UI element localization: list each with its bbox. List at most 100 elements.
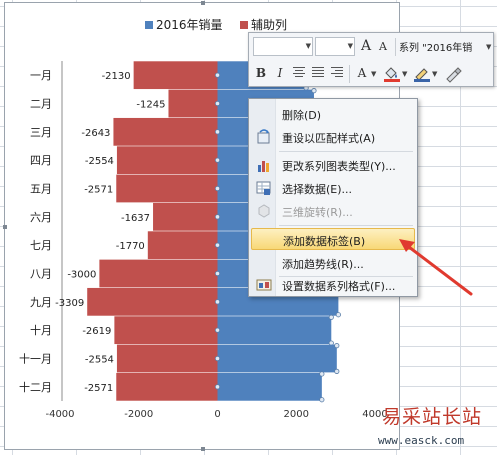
selection-handle[interactable] bbox=[214, 327, 221, 333]
x-tick-label: -2000 bbox=[124, 409, 153, 420]
bar-helper-6[interactable] bbox=[153, 202, 218, 231]
selection-handle[interactable] bbox=[214, 242, 221, 248]
align-justify-icon[interactable] bbox=[312, 67, 324, 79]
series-selector[interactable]: 系列 "2016年销 bbox=[399, 39, 472, 54]
legend-entry[interactable]: 2016年销量 bbox=[156, 18, 223, 32]
chart-legend[interactable]: 2016年销量 辅助列 bbox=[145, 18, 287, 32]
category-label: 十月 bbox=[30, 323, 52, 337]
x-tick-label: 2000 bbox=[284, 409, 309, 420]
menu-item-label: 删除(D) bbox=[282, 109, 322, 122]
value-axis: -4000 -2000 0 2000 4000 bbox=[45, 409, 387, 420]
bar-helper-11[interactable] bbox=[116, 344, 218, 373]
legend-entry[interactable]: 辅助列 bbox=[251, 18, 287, 32]
bar-helper-7[interactable] bbox=[147, 231, 218, 260]
menu-separator bbox=[279, 225, 413, 226]
chevron-down-icon[interactable]: ▼ bbox=[432, 70, 437, 78]
toolbar-divider bbox=[395, 38, 396, 56]
select-data-icon bbox=[256, 181, 271, 195]
legend-swatch bbox=[240, 21, 248, 29]
selection-handle[interactable] bbox=[214, 100, 221, 107]
format-series-icon bbox=[256, 279, 272, 291]
format-painter-icon[interactable] bbox=[443, 65, 463, 83]
bar-sales-10[interactable] bbox=[217, 316, 332, 345]
selection-handle[interactable] bbox=[214, 129, 221, 135]
legend-swatch bbox=[145, 21, 153, 29]
bar-helper-2[interactable] bbox=[168, 89, 218, 118]
x-tick-label: -4000 bbox=[45, 409, 74, 420]
font-name-box[interactable]: ▼ bbox=[253, 37, 313, 56]
selection-handle[interactable] bbox=[328, 340, 334, 346]
bold-button[interactable]: B bbox=[252, 64, 270, 83]
menu-item-3d-rotation: 三维旋转(R)... bbox=[251, 200, 415, 222]
mini-format-toolbar: ▼ ▼ A A 系列 "2016年销 ▼ B I A ▼ ▼ ▼ bbox=[248, 32, 494, 87]
data-label: -2643 bbox=[81, 128, 110, 139]
bar-helper-1[interactable] bbox=[133, 61, 218, 90]
selection-handle[interactable] bbox=[334, 343, 340, 349]
chevron-down-icon[interactable]: ▼ bbox=[371, 70, 376, 78]
font-size-box[interactable]: ▼ bbox=[315, 37, 355, 56]
bar-helper-10[interactable] bbox=[114, 316, 218, 345]
x-tick-label: 0 bbox=[214, 409, 220, 420]
selection-handle[interactable] bbox=[214, 214, 221, 220]
data-label: -1770 bbox=[116, 241, 145, 252]
selection-handle[interactable] bbox=[311, 88, 317, 94]
menu-item-add-data-labels[interactable]: 添加数据标签(B) bbox=[251, 228, 415, 250]
chevron-down-icon[interactable]: ▼ bbox=[348, 38, 353, 55]
chevron-down-icon[interactable]: ▼ bbox=[402, 70, 407, 78]
fill-color-icon[interactable] bbox=[383, 66, 401, 82]
bar-helper-4[interactable] bbox=[116, 146, 218, 175]
outline-color-icon[interactable] bbox=[413, 66, 431, 82]
annotation-arrow-icon bbox=[399, 239, 473, 296]
selection-handle[interactable] bbox=[319, 397, 325, 403]
category-label: 一月 bbox=[30, 69, 52, 82]
selection-handle[interactable] bbox=[335, 312, 341, 318]
chevron-down-icon[interactable]: ▼ bbox=[306, 38, 311, 55]
data-label: -1637 bbox=[121, 213, 150, 224]
selection-handle[interactable] bbox=[328, 314, 334, 320]
bar-helper-12[interactable] bbox=[116, 372, 218, 401]
menu-item-select-data[interactable]: 选择数据(E)... bbox=[251, 177, 415, 199]
watermark-title: 易采站长站 bbox=[382, 406, 483, 428]
menu-item-label: 添加数据标签(B) bbox=[283, 235, 366, 248]
selection-handle[interactable] bbox=[334, 368, 340, 374]
align-center-icon[interactable] bbox=[293, 67, 305, 79]
reset-style-icon bbox=[257, 129, 270, 144]
site-watermark: 易采站长站 www.easck.com bbox=[376, 402, 497, 455]
menu-item-add-trendline[interactable]: 添加趋势线(R)... bbox=[251, 252, 415, 274]
selection-handle[interactable] bbox=[214, 157, 221, 163]
bar-sales-11[interactable] bbox=[217, 344, 337, 373]
category-axis: 一月二月三月四月五月六月七月八月九月十月十一月十二月 bbox=[19, 61, 63, 401]
bar-sales-12[interactable] bbox=[217, 372, 322, 401]
italic-button[interactable]: I bbox=[271, 64, 289, 83]
menu-item-label: 三维旋转(R)... bbox=[282, 206, 353, 219]
selection-handle[interactable] bbox=[214, 185, 221, 192]
menu-item-change-chart-type[interactable]: 更改系列图表类型(Y)... bbox=[251, 154, 415, 176]
data-label: -2571 bbox=[84, 185, 113, 196]
selection-handle[interactable] bbox=[214, 384, 221, 390]
data-label: -2130 bbox=[102, 71, 131, 82]
menu-item-format-series[interactable]: 设置数据系列格式(F)... bbox=[251, 274, 415, 296]
bar-helper-5[interactable] bbox=[116, 174, 218, 203]
bar-helper-3[interactable] bbox=[113, 117, 218, 146]
menu-item-label: 添加趋势线(R)... bbox=[282, 258, 364, 271]
grow-font-button[interactable]: A bbox=[357, 37, 375, 56]
selection-handle[interactable] bbox=[214, 355, 221, 362]
category-label: 三月 bbox=[30, 126, 52, 139]
context-menu: 删除(D) 重设以匹配样式(A) 更改系列图表类型(Y)... 选择数据(E).… bbox=[248, 98, 418, 297]
category-label: 六月 bbox=[30, 211, 52, 224]
selection-handle[interactable] bbox=[214, 270, 221, 277]
toolbar-divider bbox=[349, 65, 350, 83]
bar-helper-8[interactable] bbox=[99, 259, 218, 288]
category-label: 七月 bbox=[30, 239, 52, 252]
menu-item-delete[interactable]: 删除(D) bbox=[251, 103, 415, 125]
bar-helper-9[interactable] bbox=[87, 287, 218, 316]
menu-item-reset-style[interactable]: 重设以匹配样式(A) bbox=[251, 126, 415, 148]
chevron-down-icon[interactable]: ▼ bbox=[486, 43, 491, 51]
category-label: 十一月 bbox=[19, 352, 52, 366]
selection-handle[interactable] bbox=[319, 371, 325, 377]
selection-handle[interactable] bbox=[214, 72, 221, 78]
font-color-button[interactable]: A bbox=[353, 64, 371, 83]
shrink-font-button[interactable]: A bbox=[374, 37, 392, 56]
align-right-icon[interactable] bbox=[331, 67, 343, 79]
selection-handle[interactable] bbox=[214, 299, 221, 305]
